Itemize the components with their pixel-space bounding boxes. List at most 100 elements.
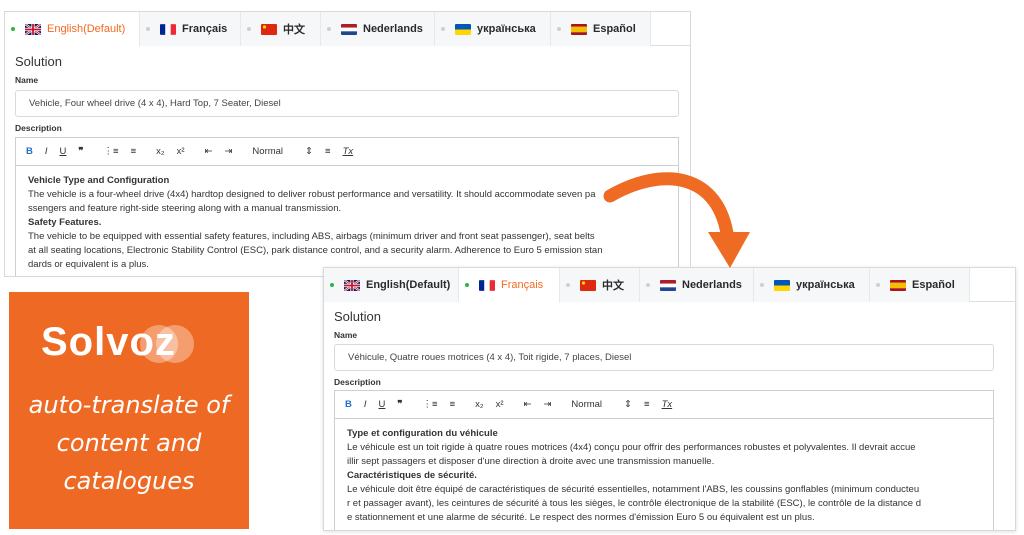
tagline-line: auto-translate of xyxy=(28,391,230,419)
italic-button[interactable]: I xyxy=(45,146,48,157)
french-editor-panel: English(Default) Français 中文 Nederlands … xyxy=(323,267,1016,531)
content-line: r et passager avant), les ceintures de s… xyxy=(347,498,922,509)
tab-ukrainian[interactable]: українська xyxy=(754,268,870,302)
name-input[interactable]: Véhicule, Quatre roues motrices (4 x 4),… xyxy=(334,344,994,371)
tab-label: Español xyxy=(593,23,636,35)
quote-icon[interactable]: ❞ xyxy=(78,146,83,157)
content-line: illir sept passagers et disposer d'une d… xyxy=(347,456,715,467)
logo-text: Solvoz xyxy=(41,320,176,364)
content-heading: Safety Features. xyxy=(28,217,102,228)
select-arrow-icon: ⇕ xyxy=(624,399,633,410)
bullet-list-icon[interactable]: ≡ xyxy=(450,399,456,410)
ukraine-flag-icon xyxy=(774,279,790,291)
superscript-button[interactable]: x² xyxy=(177,146,185,157)
italic-button[interactable]: I xyxy=(364,399,367,410)
dot-icon xyxy=(247,27,251,31)
description-editor[interactable]: B I U ❞ ⋮≡ ≡ x₂ x² ⇤ ⇥ Normal ⇕ ≡ Tx Veh… xyxy=(15,137,679,276)
name-input[interactable]: Vehicle, Four wheel drive (4 x 4), Hard … xyxy=(15,90,679,117)
superscript-button[interactable]: x² xyxy=(496,399,504,410)
editor-content[interactable]: Type et configuration du véhicule Le véh… xyxy=(335,419,993,525)
dot-icon xyxy=(441,27,445,31)
france-flag-icon xyxy=(479,279,495,291)
description-label: Description xyxy=(334,377,381,387)
bold-button[interactable]: B xyxy=(26,146,33,157)
content-line: The vehicle is a four-wheel drive (4x4) … xyxy=(28,189,596,200)
bullet-list-icon[interactable]: ≡ xyxy=(131,146,137,157)
tab-label: Français xyxy=(182,23,228,35)
solvoz-logo: Solvoz xyxy=(41,316,221,376)
subscript-button[interactable]: x₂ xyxy=(156,146,164,157)
tab-nederlands[interactable]: Nederlands xyxy=(321,12,435,46)
align-icon[interactable]: ≡ xyxy=(325,146,331,157)
tab-francais[interactable]: Français xyxy=(140,12,241,46)
content-heading: Caractéristiques de sécurité. xyxy=(347,470,477,481)
active-dot-icon xyxy=(11,27,15,31)
name-label: Name xyxy=(15,75,39,85)
tab-label: Français xyxy=(501,279,544,291)
clear-format-icon[interactable]: Tx xyxy=(343,146,354,157)
tab-label: English(Default) xyxy=(47,23,126,35)
outdent-icon[interactable]: ⇤ xyxy=(523,399,531,410)
netherlands-flag-icon xyxy=(341,23,357,35)
subscript-button[interactable]: x₂ xyxy=(475,399,483,410)
france-flag-icon xyxy=(160,23,176,35)
tab-francais[interactable]: Français xyxy=(459,268,560,303)
china-flag-icon xyxy=(261,23,277,35)
tab-ukrainian[interactable]: українська xyxy=(435,12,551,46)
tab-espanol[interactable]: Español xyxy=(870,268,970,302)
editor-content[interactable]: Vehicle Type and Configuration The vehic… xyxy=(16,166,678,272)
underline-button[interactable]: U xyxy=(60,146,67,157)
content-line: e stationnement et une alarme de sécurit… xyxy=(347,512,815,523)
content-line: Le véhicule doit être équipé de caractér… xyxy=(347,484,920,495)
tab-chinese[interactable]: 中文 xyxy=(241,12,321,46)
dot-icon xyxy=(557,27,561,31)
tab-label: Nederlands xyxy=(682,279,742,291)
tab-label: Español xyxy=(912,279,955,291)
content-line: ssengers and feature right-side steering… xyxy=(28,203,342,214)
description-editor[interactable]: B I U ❞ ⋮≡ ≡ x₂ x² ⇤ ⇥ Normal ⇕ ≡ Tx Typ… xyxy=(334,390,994,530)
tab-label: English(Default) xyxy=(366,279,451,291)
tab-english[interactable]: English(Default) xyxy=(5,12,140,47)
tab-label: 中文 xyxy=(283,24,305,36)
dot-icon xyxy=(566,283,570,287)
editor-toolbar: B I U ❞ ⋮≡ ≡ x₂ x² ⇤ ⇥ Normal ⇕ ≡ Tx xyxy=(335,391,993,419)
heading-select[interactable]: Normal xyxy=(571,399,602,410)
ordered-list-icon[interactable]: ⋮≡ xyxy=(423,399,438,410)
uk-flag-icon xyxy=(344,279,360,291)
china-flag-icon xyxy=(580,279,596,291)
promo-banner: Solvoz auto-translate of content and cat… xyxy=(9,292,249,529)
tab-english[interactable]: English(Default) xyxy=(324,268,459,302)
editor-toolbar: B I U ❞ ⋮≡ ≡ x₂ x² ⇤ ⇥ Normal ⇕ ≡ Tx xyxy=(16,138,678,166)
netherlands-flag-icon xyxy=(660,279,676,291)
uk-flag-icon xyxy=(25,23,41,35)
quote-icon[interactable]: ❞ xyxy=(397,399,402,410)
translate-arrow-icon xyxy=(603,172,750,268)
active-dot-icon xyxy=(465,283,469,287)
dot-icon xyxy=(327,27,331,31)
promo-tagline: auto-translate of content and catalogues xyxy=(9,386,249,500)
tab-label: Nederlands xyxy=(363,23,423,35)
clear-format-icon[interactable]: Tx xyxy=(662,399,673,410)
tagline-line: content and xyxy=(56,429,202,457)
indent-icon[interactable]: ⇥ xyxy=(543,399,551,410)
heading-select[interactable]: Normal xyxy=(252,146,283,157)
bold-button[interactable]: B xyxy=(345,399,352,410)
align-icon[interactable]: ≡ xyxy=(644,399,650,410)
indent-icon[interactable]: ⇥ xyxy=(224,146,232,157)
language-tabs: English(Default) Français 中文 Nederlands … xyxy=(5,12,690,47)
section-title: Solution xyxy=(334,309,381,324)
ukraine-flag-icon xyxy=(455,23,471,35)
outdent-icon[interactable]: ⇤ xyxy=(204,146,212,157)
tab-espanol[interactable]: Español xyxy=(551,12,651,46)
dot-icon xyxy=(876,283,880,287)
dot-icon xyxy=(760,283,764,287)
dot-icon xyxy=(330,283,334,287)
content-heading: Type et configuration du véhicule xyxy=(347,428,498,439)
underline-button[interactable]: U xyxy=(379,399,386,410)
section-title: Solution xyxy=(15,54,62,69)
name-label: Name xyxy=(334,330,358,340)
content-line: The vehicle to be equipped with essentia… xyxy=(28,231,595,242)
content-line: at all seating locations, Electronic Sta… xyxy=(28,245,603,256)
ordered-list-icon[interactable]: ⋮≡ xyxy=(104,146,119,157)
select-arrow-icon: ⇕ xyxy=(305,146,314,157)
